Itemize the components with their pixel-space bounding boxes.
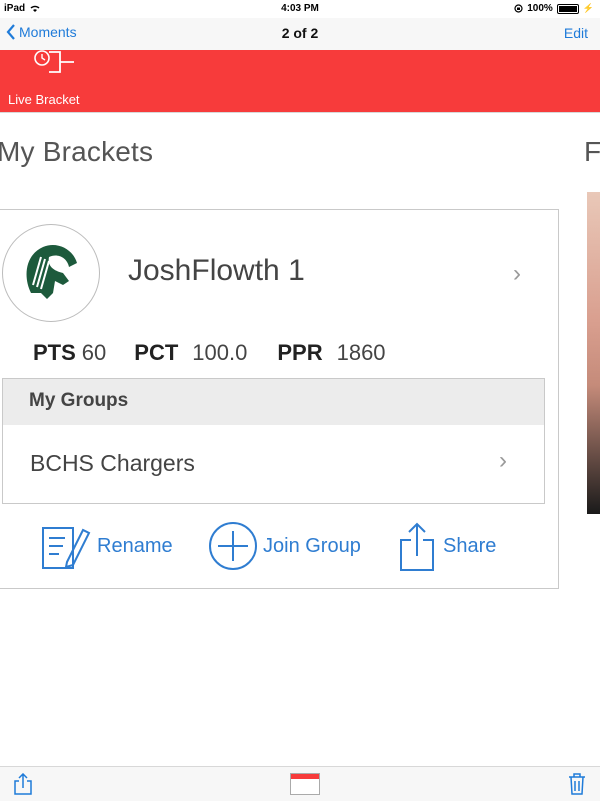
bracket-actions: Rename Join Group Share [0,510,558,580]
stat-label-pts: PTS [33,340,76,365]
photo-thumbnail[interactable] [290,773,320,795]
trash-button[interactable] [568,773,586,800]
plus-circle-icon [209,522,257,570]
avatar[interactable] [2,224,100,322]
bracket-name[interactable]: JoshFlowth 1 [128,254,305,288]
chevron-right-icon[interactable]: › [513,260,521,288]
my-groups-header: My Groups [3,379,544,425]
battery-percent: 100% [527,3,553,14]
trash-icon [569,773,585,795]
stat-label-ppr: PPR [277,340,323,365]
group-name: BCHS Chargers [30,450,195,476]
thumbnail-header-strip [291,774,319,779]
bracket-stats: PTS 60 PCT 100.0 PPR 1860 [33,340,386,366]
my-groups-title: My Groups [29,390,129,411]
rename-label: Rename [97,534,173,557]
status-bar: iPad 4:03 PM 100% ⚡ [0,0,600,18]
join-group-label: Join Group [263,534,361,557]
page-title: 2 of 2 [281,25,319,41]
toolbar-share-button[interactable] [14,772,32,800]
app-header-bar: Live Bracket [0,50,600,112]
bottom-toolbar [0,766,600,801]
status-right: 100% ⚡ [514,3,594,14]
live-bracket-label: Live Bracket [8,92,80,107]
edit-button[interactable]: Edit [564,25,588,41]
spartan-logo-icon [26,244,77,299]
my-groups-panel: My Groups BCHS Chargers › [2,378,545,504]
status-time: 4:03 PM [281,3,319,14]
live-bracket-button[interactable]: Live Bracket [8,50,108,112]
group-row[interactable]: BCHS Chargers › [3,425,544,503]
share-button[interactable]: Share [399,520,496,572]
rotation-lock-icon [514,4,523,13]
navigation-bar: Moments 2 of 2 Edit [0,18,600,50]
edit-icon [42,527,91,569]
stat-value-pts: 60 [81,340,107,365]
next-section-title: F [584,136,600,167]
stat-label-pct: PCT [134,340,179,365]
share-icon [400,522,434,571]
header-divider [0,112,600,113]
battery-icon [556,3,579,14]
section-title: My Brackets [0,136,154,167]
rename-button[interactable]: Rename [41,520,173,572]
bracket-card: JoshFlowth 1 › PTS 60 PCT 100.0 PPR 1860… [0,209,559,589]
stat-value-ppr: 1860 [336,340,386,365]
share-icon [14,772,32,795]
next-card-image[interactable] [587,192,600,514]
stat-value-pct: 100.0 [192,340,248,365]
charging-icon: ⚡ [582,3,594,13]
share-label: Share [443,534,497,557]
bracket-icon [34,50,74,73]
join-group-button[interactable]: Join Group [207,520,361,572]
chevron-right-icon: › [499,447,507,474]
